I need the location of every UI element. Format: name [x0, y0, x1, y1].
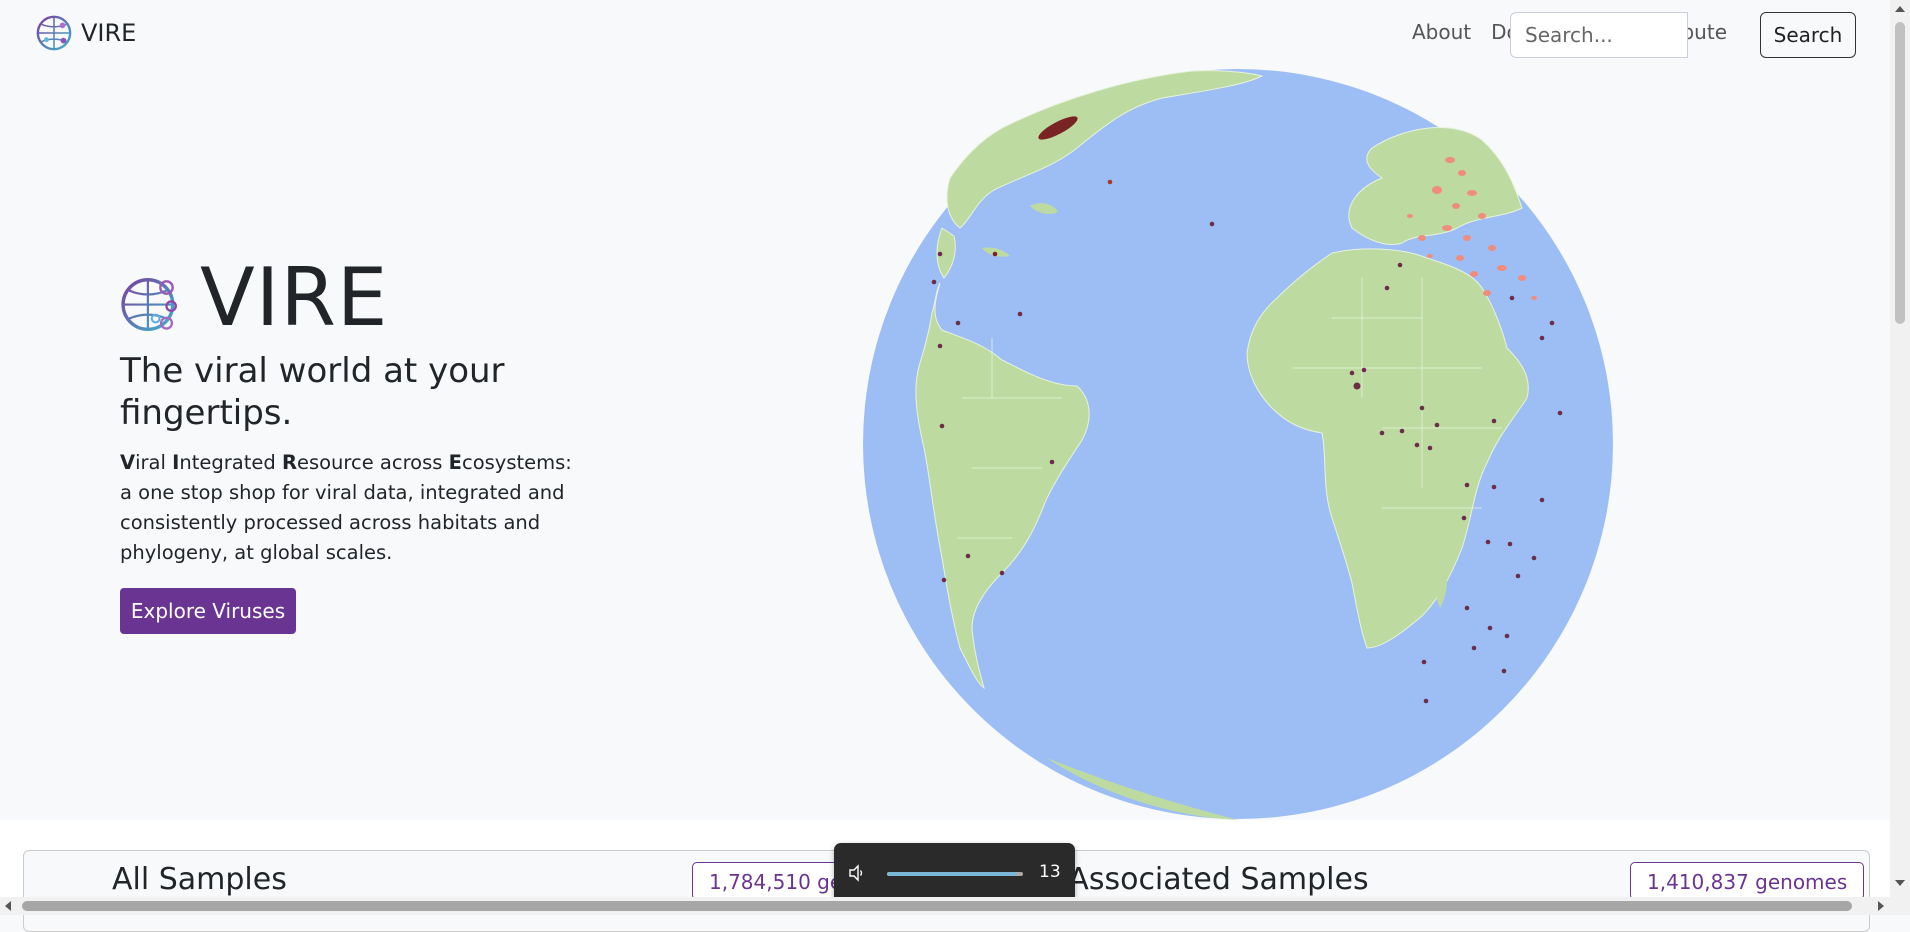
brand-name: VIRE	[81, 19, 137, 47]
horizontal-scroll-thumb[interactable]	[22, 901, 1852, 911]
scroll-up-icon[interactable]	[1895, 6, 1905, 12]
vertical-scroll-thumb[interactable]	[1895, 22, 1905, 324]
volume-overlay: 13	[834, 843, 1075, 903]
volume-slider[interactable]	[887, 872, 1023, 876]
vertical-scrollbar[interactable]	[1890, 0, 1910, 915]
nav-link-about[interactable]: About	[1412, 20, 1471, 44]
vire-hero-logo-icon	[121, 278, 177, 332]
horizontal-scrollbar[interactable]	[0, 897, 1890, 915]
search-input[interactable]	[1510, 12, 1688, 58]
search-button[interactable]: Search	[1760, 12, 1856, 58]
globe-map[interactable]	[862, 68, 1614, 820]
hero-description: Viral Integrated Resource across Ecosyst…	[120, 451, 572, 564]
explore-viruses-button[interactable]: Explore Viruses	[120, 588, 296, 634]
volume-value: 13	[1039, 862, 1061, 882]
vire-logo-icon	[36, 15, 72, 51]
scroll-down-icon[interactable]	[1895, 880, 1905, 886]
speaker-icon[interactable]	[848, 864, 866, 882]
all-samples-title: All Samples	[112, 862, 287, 897]
brand-link[interactable]: VIRE	[35, 14, 136, 52]
scroll-left-icon[interactable]	[5, 901, 11, 911]
scroll-right-icon[interactable]	[1878, 901, 1884, 911]
hero-title: VIRE	[200, 251, 389, 344]
volume-fill	[887, 872, 1017, 876]
hero-tagline: The viral world at your fingertips.	[120, 351, 505, 433]
host-samples-count: 1,410,837 genomes	[1630, 862, 1865, 900]
